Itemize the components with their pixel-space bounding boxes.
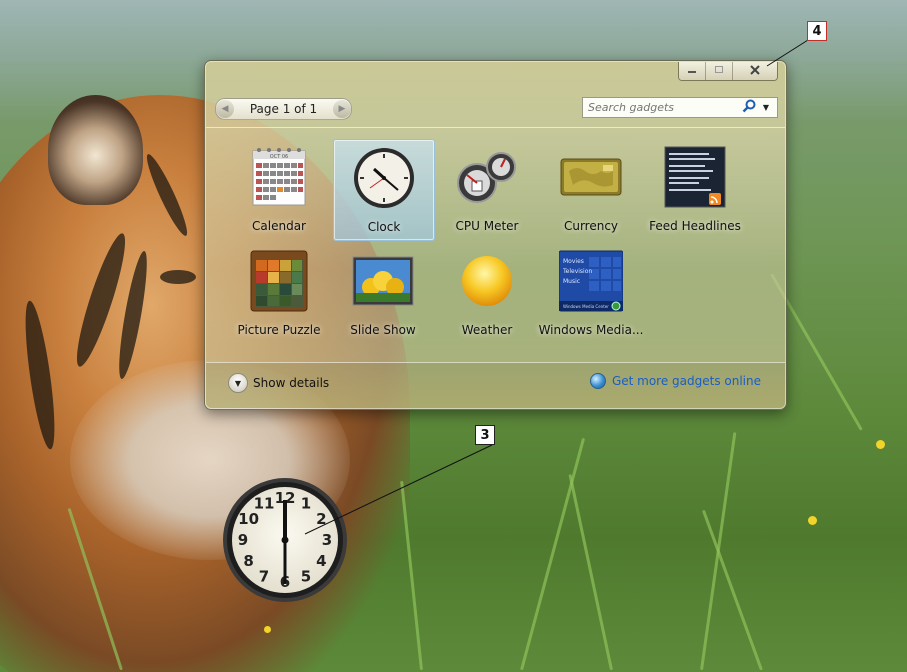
gadget-label: Slide Show [350,323,416,337]
wallpaper-flower [876,440,885,449]
search-options-button[interactable]: ▼ [758,99,774,117]
maximize-icon [714,65,724,78]
weather-icon [455,249,519,313]
next-page-button[interactable]: ▶ [333,100,351,118]
close-icon [750,64,760,78]
gadget-label: CPU Meter [455,219,519,233]
gadget-tile-calendar[interactable]: OCT 06 Calendar [229,139,329,239]
gadget-label: Weather [461,323,513,337]
gadget-label: Feed Headlines [649,219,741,233]
feed-headlines-icon [663,145,727,209]
currency-icon [559,145,623,209]
calendar-icon: OCT 06 [247,145,311,209]
clock-number: 5 [301,567,311,585]
gadget-tile-clock[interactable]: Clock [333,139,435,241]
media-center-footer: Windows Media Center [563,304,609,309]
picture-puzzle-icon [247,249,311,313]
clock-number: 7 [259,567,269,585]
clock-icon [352,146,416,210]
expand-details-button[interactable]: ▼ [228,373,248,393]
page-navigator: ◀ Page 1 of 1 ▶ [215,98,352,120]
callout-badge-close-button: 4 [807,21,827,41]
maximize-button[interactable] [705,62,732,80]
gadget-label: Picture Puzzle [237,323,321,337]
gadget-label: Currency [563,219,619,233]
media-menu-item: Television [562,268,592,275]
gadget-label: Calendar [252,219,306,233]
search-input[interactable] [583,100,740,115]
close-button[interactable] [732,62,777,80]
gallery-footer: ▼ Show details Get more gadgets online [206,362,785,408]
wallpaper-grass [568,474,613,671]
callout-badge-desktop-clock: 3 [475,425,495,445]
gadget-gallery-window: ◀ Page 1 of 1 ▶ ▼ [204,60,787,410]
show-details-toggle[interactable]: ▼ Show details [228,373,329,393]
clock-number: 9 [238,531,248,549]
calendar-month-label: OCT 06 [270,154,288,160]
gadget-tile-weather[interactable]: Weather [437,243,537,343]
slide-show-icon [351,249,415,313]
toolbar-divider [206,127,785,128]
wallpaper-flower [264,626,271,633]
gadget-tile-picture-puzzle[interactable]: Picture Puzzle [229,243,329,343]
globe-icon [589,373,606,389]
search-icon [742,99,756,116]
clock-number: 4 [316,552,326,570]
media-menu-item: Movies [563,258,584,265]
wallpaper-flower [808,516,817,525]
desktop-clock-gadget[interactable]: 121234567891011 [221,476,349,604]
gadget-label: Clock [367,220,401,234]
gadget-tile-windows-media-center[interactable]: Movies Television Music Windows Media Ce… [538,243,644,343]
page-indicator: Page 1 of 1 [249,102,318,116]
windows-media-center-icon: Movies Television Music Windows Media Ce… [558,249,624,313]
gadget-tile-cpu-meter[interactable]: CPU Meter [437,139,537,239]
clock-number: 11 [254,495,275,513]
search-button[interactable] [740,99,758,117]
gadget-tile-feed-headlines[interactable]: Feed Headlines [645,139,745,239]
cpu-meter-icon [455,145,519,209]
window-controls [678,62,778,81]
clock-number: 1 [301,495,311,513]
wallpaper-tiger-eye [160,270,196,284]
get-more-gadgets-label: Get more gadgets online [611,374,761,388]
chevron-left-icon: ◀ [221,104,229,114]
minimize-icon [687,65,697,78]
clock-number: 3 [322,531,332,549]
previous-page-button[interactable]: ◀ [216,100,234,118]
chevron-down-icon: ▼ [762,103,770,112]
get-more-gadgets-link[interactable]: Get more gadgets online [589,373,761,389]
chevron-down-icon: ▼ [234,378,242,388]
minimize-button[interactable] [679,62,705,80]
wallpaper-grass [400,480,423,671]
gadget-tile-slide-show[interactable]: Slide Show [333,243,433,343]
clock-number: 10 [238,510,259,528]
clock-number: 8 [243,552,253,570]
chevron-right-icon: ▶ [338,104,346,114]
wallpaper-tiger-ear [48,95,143,205]
media-menu-item: Music [563,278,580,285]
show-details-label: Show details [253,376,330,390]
gadget-tile-currency[interactable]: Currency [541,139,641,239]
gadget-label: Windows Media... [538,323,644,337]
wallpaper-grass [520,437,586,671]
clock-number: 2 [316,510,326,528]
search-box: ▼ [582,97,778,118]
